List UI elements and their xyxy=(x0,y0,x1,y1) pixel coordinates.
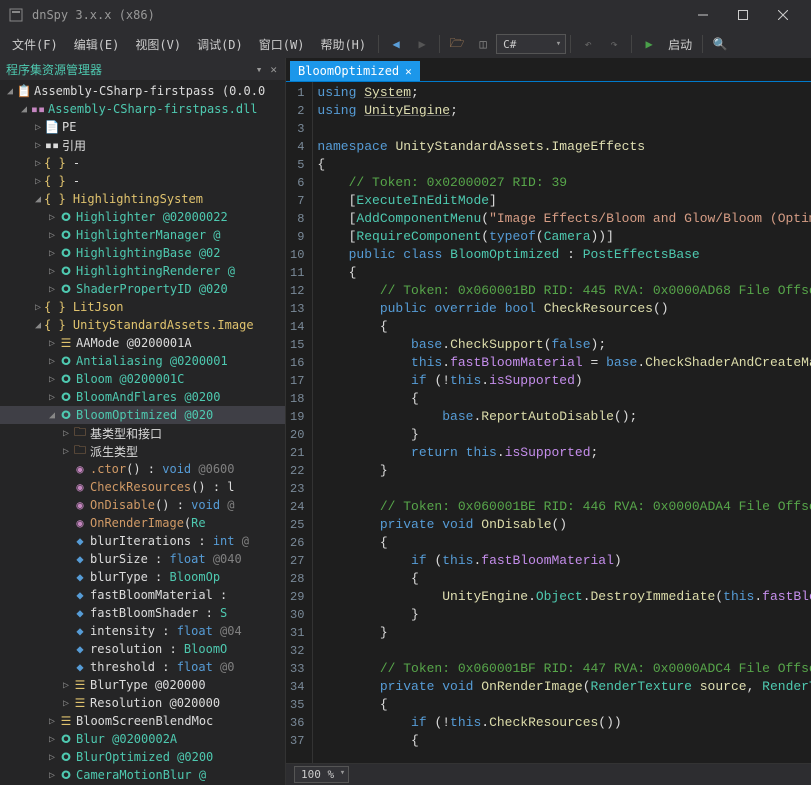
tree-onrender[interactable]: ◉OnRenderImage(Re xyxy=(0,514,285,532)
main-area: 程序集资源管理器 ▾ ✕ ◢📋Assembly-CSharp-firstpass… xyxy=(0,58,811,785)
tree-intensity[interactable]: ◆intensity : float @04 xyxy=(0,622,285,640)
tree-aa[interactable]: ▷🞉Antialiasing @0200001 xyxy=(0,352,285,370)
tree-fbmat[interactable]: ◆fastBloomMaterial : xyxy=(0,586,285,604)
search-button[interactable]: 🔍 xyxy=(709,33,731,55)
menu-window[interactable]: 窗口(W) xyxy=(251,32,313,57)
assembly-explorer: 程序集资源管理器 ▾ ✕ ◢📋Assembly-CSharp-firstpass… xyxy=(0,58,286,785)
tree-usa-ns[interactable]: ◢{ } UnityStandardAssets.Image xyxy=(0,316,285,334)
redo-button[interactable]: ↷ xyxy=(603,33,625,55)
tree-hmanager[interactable]: ▷🞉HighlighterManager @ xyxy=(0,226,285,244)
tree-ns-empty[interactable]: ▷{ } - xyxy=(0,154,285,172)
sidebar-dropdown-icon[interactable]: ▾ xyxy=(254,63,265,76)
tree-root[interactable]: ◢📋Assembly-CSharp-firstpass (0.0.0 xyxy=(0,82,285,100)
code-area: 1234567891011121314151617181920212223242… xyxy=(286,82,811,763)
tree-dll[interactable]: ◢▪▪Assembly-CSharp-firstpass.dll xyxy=(0,100,285,118)
titlebar: dnSpy 3.x.x (x86) xyxy=(0,0,811,30)
tree-basetypes[interactable]: ▷🗀基类型和接口 xyxy=(0,424,285,442)
close-button[interactable] xyxy=(763,0,803,30)
tree-cmb[interactable]: ▷🞉CameraMotionBlur @ xyxy=(0,766,285,784)
run-icon[interactable]: ▶ xyxy=(638,33,660,55)
tree-threshold[interactable]: ◆threshold : float @0 xyxy=(0,658,285,676)
language-dropdown[interactable]: C# xyxy=(496,34,566,54)
app-icon xyxy=(8,7,24,23)
tree-bsbm[interactable]: ▷☰BloomScreenBlendMoc xyxy=(0,712,285,730)
tree-litjson[interactable]: ▷{ } LitJson xyxy=(0,298,285,316)
tree-blurtype[interactable]: ◆blurType : BloomOp xyxy=(0,568,285,586)
undo-button[interactable]: ↶ xyxy=(577,33,599,55)
tree-derived[interactable]: ▷🗀派生类型 xyxy=(0,442,285,460)
tree-ondisable[interactable]: ◉OnDisable() : void @ xyxy=(0,496,285,514)
toggle-button[interactable]: ◫ xyxy=(472,33,494,55)
tree-refs[interactable]: ▷▪▪引用 xyxy=(0,136,285,154)
menu-edit[interactable]: 编辑(E) xyxy=(66,32,128,57)
tree-checkres[interactable]: ◉CheckResources() : l xyxy=(0,478,285,496)
tree-resolution[interactable]: ◆resolution : BloomO xyxy=(0,640,285,658)
tree-bloom[interactable]: ▷🞉Bloom @0200001C xyxy=(0,370,285,388)
tree-highlighter[interactable]: ▷🞉Highlighter @02000022 xyxy=(0,208,285,226)
menubar: 文件(F) 编辑(E) 视图(V) 调试(D) 窗口(W) 帮助(H) ◀ ▶ … xyxy=(0,30,811,58)
tab-label: BloomOptimized xyxy=(298,64,399,78)
nav-back-button[interactable]: ◀ xyxy=(385,33,407,55)
menu-debug[interactable]: 调试(D) xyxy=(189,32,251,57)
window-title: dnSpy 3.x.x (x86) xyxy=(32,8,683,22)
tree-view[interactable]: ◢📋Assembly-CSharp-firstpass (0.0.0 ◢▪▪As… xyxy=(0,80,285,785)
tree-ns-dash[interactable]: ▷{ } - xyxy=(0,172,285,190)
maximize-button[interactable] xyxy=(723,0,763,30)
tree-blur[interactable]: ▷🞉Blur @0200002A xyxy=(0,730,285,748)
sidebar-close-icon[interactable]: ✕ xyxy=(268,63,279,76)
tab-bar: BloomOptimized ✕ xyxy=(286,58,811,82)
menu-file[interactable]: 文件(F) xyxy=(4,32,66,57)
menu-view[interactable]: 视图(V) xyxy=(127,32,189,57)
tree-bluropt[interactable]: ▷🞉BlurOptimized @0200 xyxy=(0,748,285,766)
tab-close-icon[interactable]: ✕ xyxy=(405,65,412,78)
run-button[interactable]: 启动 xyxy=(662,34,698,55)
tab-bloomoptimized[interactable]: BloomOptimized ✕ xyxy=(290,61,420,81)
tree-bloomoptimized[interactable]: ◢🞉BloomOptimized @020 xyxy=(0,406,285,424)
tree-spid[interactable]: ▷🞉ShaderPropertyID @020 xyxy=(0,280,285,298)
sidebar-header: 程序集资源管理器 ▾ ✕ xyxy=(0,58,285,80)
editor: BloomOptimized ✕ 12345678910111213141516… xyxy=(286,58,811,785)
menu-help[interactable]: 帮助(H) xyxy=(312,32,374,57)
tree-aamode[interactable]: ▷☰AAMode @0200001A xyxy=(0,334,285,352)
tree-pe[interactable]: ▷📄PE xyxy=(0,118,285,136)
open-folder-button[interactable]: 🗁 xyxy=(446,33,468,55)
tree-fbshader[interactable]: ◆fastBloomShader : S xyxy=(0,604,285,622)
tree-ctor[interactable]: ◉.ctor() : void @0600 xyxy=(0,460,285,478)
minimize-button[interactable] xyxy=(683,0,723,30)
tree-res-enum[interactable]: ▷☰Resolution @020000 xyxy=(0,694,285,712)
line-gutter: 1234567891011121314151617181920212223242… xyxy=(286,82,313,763)
tree-baf[interactable]: ▷🞉BloomAndFlares @0200 xyxy=(0,388,285,406)
tree-blurtype-enum[interactable]: ▷☰BlurType @020000 xyxy=(0,676,285,694)
tree-hrenderer[interactable]: ▷🞉HighlightingRenderer @ xyxy=(0,262,285,280)
nav-forward-button[interactable]: ▶ xyxy=(411,33,433,55)
zoom-selector[interactable]: 100 % xyxy=(294,766,349,783)
code-text[interactable]: using System;using UnityEngine;namespace… xyxy=(313,82,811,763)
tree-bluriter[interactable]: ◆blurIterations : int @ xyxy=(0,532,285,550)
tree-hbase[interactable]: ▷🞉HighlightingBase @02 xyxy=(0,244,285,262)
status-bar: 100 % xyxy=(286,763,811,785)
tree-hs-ns[interactable]: ◢{ } HighlightingSystem xyxy=(0,190,285,208)
tree-blursize[interactable]: ◆blurSize : float @040 xyxy=(0,550,285,568)
sidebar-title: 程序集资源管理器 xyxy=(6,61,254,78)
